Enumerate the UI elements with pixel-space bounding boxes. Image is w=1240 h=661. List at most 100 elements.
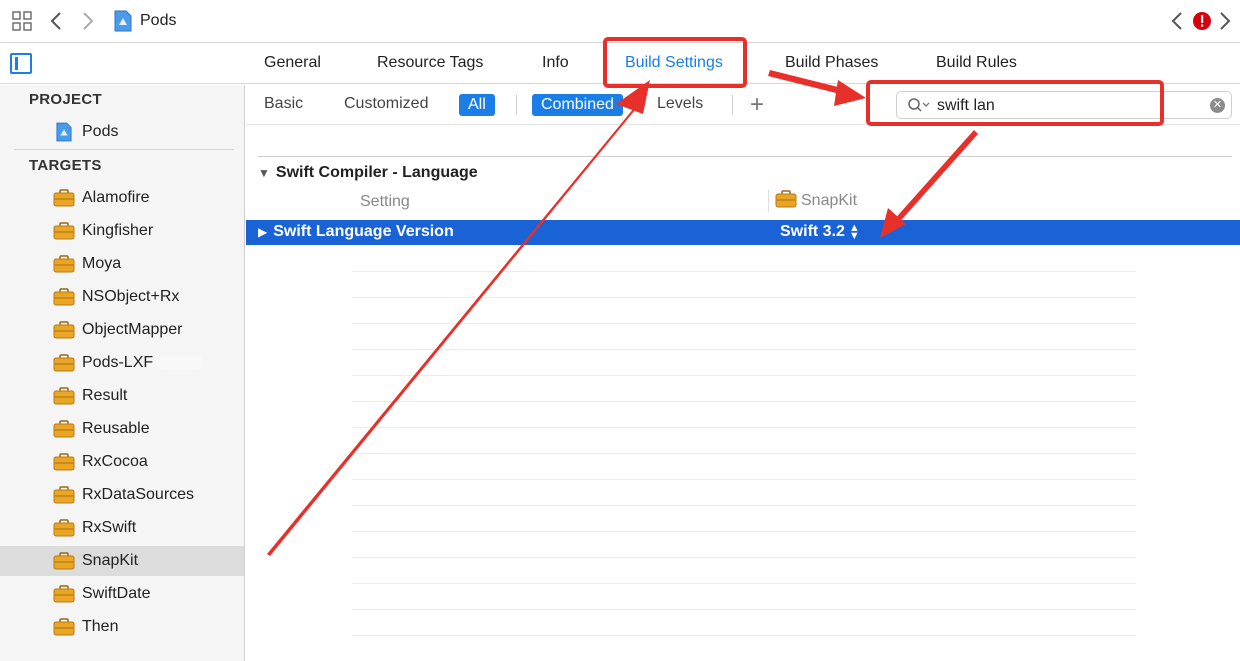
- issue-forward-icon[interactable]: [1216, 10, 1234, 32]
- sidebar-item-label: NSObject+Rx: [82, 288, 180, 305]
- tab-build-settings[interactable]: Build Settings: [625, 54, 723, 72]
- search-field[interactable]: ✕: [896, 91, 1232, 119]
- toolbox-icon: [52, 451, 76, 473]
- search-input[interactable]: [937, 96, 1207, 116]
- tab-resource-tags[interactable]: Resource Tags: [377, 54, 483, 72]
- disclosure-right-icon[interactable]: ▶: [258, 225, 267, 239]
- forward-arrow-icon[interactable]: [78, 10, 98, 32]
- setting-name-label: Swift Language Version: [273, 223, 454, 240]
- empty-row-divider: [352, 427, 1136, 428]
- empty-row-divider: [352, 271, 1136, 272]
- sidebar-item-target[interactable]: Kingfisher: [0, 216, 244, 246]
- sidebar-item-target[interactable]: Pods-LXF: [0, 348, 244, 378]
- sidebar-item-target[interactable]: NSObject+Rx: [0, 282, 244, 312]
- toolbox-icon: [52, 286, 76, 308]
- sidebar-item-target[interactable]: Alamofire: [0, 183, 244, 213]
- sidebar-item-label: Result: [82, 387, 128, 404]
- toolbox-icon: [52, 583, 76, 605]
- section-divider: [258, 156, 1232, 157]
- empty-row-divider: [352, 505, 1136, 506]
- empty-row-divider: [352, 583, 1136, 584]
- build-settings-table: ▼ Swift Compiler - Language Setting SnapK…: [246, 126, 1240, 661]
- setting-value-popup[interactable]: Swift 3.2 ▲ ▼: [780, 222, 860, 241]
- disclosure-down-icon[interactable]: ▼: [258, 166, 270, 180]
- project-file-icon: [52, 121, 76, 143]
- toolbox-icon: [775, 189, 797, 213]
- empty-row-divider: [352, 323, 1136, 324]
- breadcrumb[interactable]: Pods: [140, 12, 176, 30]
- toolbox-icon: [52, 616, 76, 638]
- back-arrow-icon[interactable]: [46, 10, 66, 32]
- targets-header: TARGETS: [29, 157, 102, 174]
- filter-basic[interactable]: Basic: [264, 95, 303, 113]
- build-settings-filter-bar: Basic Customized All Combined Levels + ✕: [246, 85, 1240, 125]
- redacted-text: [157, 356, 204, 370]
- sidebar-item-target[interactable]: SwiftDate: [0, 579, 244, 609]
- sidebar-item-target[interactable]: ObjectMapper: [0, 315, 244, 345]
- section-title: Swift Compiler - Language: [275, 164, 478, 181]
- filter-levels[interactable]: Levels: [657, 95, 703, 113]
- empty-row-divider: [352, 635, 1136, 636]
- sidebar-item-label: Pods-LXF: [82, 354, 154, 371]
- sidebar-item-pods[interactable]: Pods: [0, 117, 244, 147]
- tab-build-rules[interactable]: Build Rules: [936, 54, 1017, 72]
- add-setting-button[interactable]: +: [750, 91, 764, 119]
- sidebar-divider: [14, 149, 234, 150]
- sidebar-item-label: SwiftDate: [82, 585, 151, 602]
- filter-separator: [516, 95, 517, 115]
- empty-row-divider: [352, 557, 1136, 558]
- sidebar-item-label: RxSwift: [82, 519, 137, 536]
- empty-row-divider: [352, 349, 1136, 350]
- tab-general[interactable]: General: [264, 54, 321, 72]
- sidebar-item-label: Pods: [82, 123, 119, 140]
- toolbox-icon: [52, 352, 76, 374]
- toolbox-icon: [52, 418, 76, 440]
- sidebar-item-target[interactable]: Reusable: [0, 414, 244, 444]
- sidebar-item-label: RxCocoa: [82, 453, 148, 470]
- project-file-icon: [114, 10, 132, 32]
- clear-search-icon[interactable]: ✕: [1210, 98, 1225, 113]
- setting-row-swift-language-version[interactable]: ▶ Swift Language Version Swift 3.2 ▲ ▼: [246, 220, 1240, 245]
- tab-info[interactable]: Info: [542, 54, 569, 72]
- sidebar-item-label: Alamofire: [82, 189, 150, 206]
- window-toolbar: Pods: [0, 0, 1240, 43]
- filter-combined[interactable]: Combined: [532, 94, 623, 116]
- toolbox-icon: [52, 220, 76, 242]
- setting-value-label: Swift 3.2: [780, 223, 845, 240]
- issue-back-icon[interactable]: [1168, 10, 1186, 32]
- sidebar-item-label: ObjectMapper: [82, 321, 183, 338]
- sidebar-item-label: Moya: [82, 255, 122, 272]
- sidebar-item-label: Reusable: [82, 420, 150, 437]
- project-header: PROJECT: [29, 91, 102, 108]
- empty-row-divider: [352, 401, 1136, 402]
- sidebar-item-target[interactable]: Result: [0, 381, 244, 411]
- grid-icon[interactable]: [11, 10, 33, 32]
- toolbox-icon: [52, 484, 76, 506]
- sidebar-item-label: RxDataSources: [82, 486, 195, 503]
- sidebar-item-label: Then: [82, 618, 119, 635]
- column-target-label: SnapKit: [801, 192, 858, 209]
- sidebar-item-target[interactable]: SnapKit: [0, 546, 244, 576]
- editor-tab-bar: General Resource Tags Info Build Setting…: [0, 43, 1240, 84]
- sidebar-item-target[interactable]: RxSwift: [0, 513, 244, 543]
- toolbox-icon: [52, 550, 76, 572]
- empty-row-divider: [352, 453, 1136, 454]
- empty-row-divider: [352, 479, 1136, 480]
- section-header[interactable]: ▼ Swift Compiler - Language: [258, 164, 478, 182]
- column-header-target: SnapKit: [768, 189, 858, 213]
- sidebar-item-target[interactable]: RxCocoa: [0, 447, 244, 477]
- sidebar-toggle-icon[interactable]: [10, 53, 32, 74]
- sidebar-item-target[interactable]: RxDataSources: [0, 480, 244, 510]
- sidebar-item-target[interactable]: Moya: [0, 249, 244, 279]
- sidebar-item-label: Kingfisher: [82, 222, 154, 239]
- filter-customized[interactable]: Customized: [344, 95, 428, 113]
- error-badge-icon[interactable]: [1192, 10, 1212, 32]
- setting-name: ▶ Swift Language Version: [258, 223, 454, 241]
- filter-separator: [732, 95, 733, 115]
- search-icon: [907, 97, 931, 115]
- filter-all[interactable]: All: [459, 94, 495, 116]
- sidebar-item-target[interactable]: Then: [0, 612, 244, 642]
- tab-build-phases[interactable]: Build Phases: [785, 54, 878, 72]
- toolbox-icon: [52, 385, 76, 407]
- toolbox-icon: [52, 319, 76, 341]
